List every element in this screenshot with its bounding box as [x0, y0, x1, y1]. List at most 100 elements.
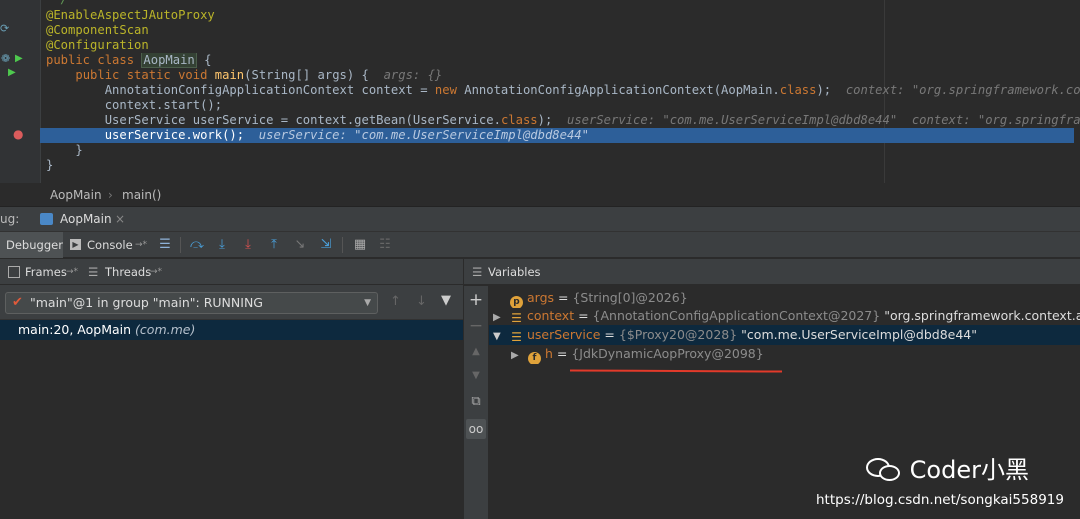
console-icon: ▶: [70, 239, 81, 250]
remove-watch-icon[interactable]: −: [466, 316, 486, 336]
variable-type: {AnnotationConfigApplicationContext@2027…: [592, 308, 881, 323]
threads-pin-icon[interactable]: →*: [150, 259, 162, 285]
variable-type: {JdkDynamicAopProxy@2098}: [571, 346, 764, 361]
frames-tab[interactable]: Frames: [25, 259, 67, 285]
variable-type: {$Proxy20@2028}: [618, 327, 738, 342]
code-token: class: [500, 113, 538, 127]
code-token: );: [816, 83, 846, 97]
variables-side-toolbar: + − ▲ ▼ ⧉ oo: [464, 286, 488, 519]
threads-icon: ☰: [88, 265, 99, 279]
debugger-tab[interactable]: Debugger: [6, 232, 63, 258]
show-execution-point-icon[interactable]: ☰: [156, 235, 174, 255]
code-line[interactable]: AnnotationConfigApplicationContext conte…: [46, 83, 1080, 98]
show-watches-icon[interactable]: oo: [466, 419, 486, 439]
code-token: }: [46, 143, 83, 157]
frames-panel: Frames →* ☰ Threads →* ✔ "main"@1 in gro…: [0, 259, 463, 519]
console-pin-icon[interactable]: →*: [135, 232, 147, 258]
new-watch-icon[interactable]: +: [466, 290, 486, 310]
breadcrumb-class[interactable]: AopMain: [50, 183, 102, 207]
move-down-icon[interactable]: ▼: [466, 366, 486, 386]
code-line[interactable]: public class AopMain {: [46, 53, 1080, 68]
code-line[interactable]: @EnableAspectJAutoProxy: [46, 8, 1080, 23]
editor-gutter[interactable]: ⟳ ❁ ▶ ▶ ●: [0, 0, 40, 183]
code-token: context.start();: [46, 98, 223, 112]
variable-value: "com.me.UserServiceImpl@dbd8e44": [737, 327, 977, 342]
run-main-icon[interactable]: ▶: [8, 67, 16, 78]
field-list-icon: ☰: [511, 330, 522, 344]
thread-selector-value: "main"@1 in group "main": RUNNING: [30, 295, 263, 310]
force-step-into-icon[interactable]: ⤓: [238, 235, 258, 255]
variable-row-args[interactable]: p args = {String[0]@2026}: [489, 288, 1080, 308]
code-token: AnnotationConfigApplicationContext conte…: [46, 83, 435, 97]
code-line[interactable]: UserService userService = context.getBea…: [46, 113, 1080, 128]
run-class-icon[interactable]: ▶: [15, 53, 23, 64]
thread-selector[interactable]: ✔ "main"@1 in group "main": RUNNING ▼: [5, 292, 378, 314]
variable-equals: =: [600, 327, 619, 342]
next-frame-icon[interactable]: ↓: [416, 294, 427, 309]
code-line[interactable]: @Configuration: [46, 38, 1080, 53]
field-icon: f: [528, 352, 541, 364]
variable-row-h[interactable]: ▶ f h = {JdkDynamicAopProxy@2098}: [489, 344, 1080, 364]
code-line[interactable]: }: [46, 158, 1080, 173]
breadcrumb: AopMain › main(): [0, 183, 1080, 207]
step-out-icon[interactable]: ⤒: [264, 235, 284, 255]
code-token: AopMain: [141, 53, 197, 68]
debug-tool-window-header: ug: AopMain ×: [0, 207, 1080, 232]
code-line[interactable]: */: [46, 0, 1080, 7]
step-over-icon[interactable]: ⤼: [187, 235, 207, 255]
frames-panel-header: Frames →* ☰ Threads →*: [0, 259, 463, 285]
code-token: }: [46, 158, 54, 172]
code-editor[interactable]: ⟳ ❁ ▶ ▶ ● */ @EnableAspectJAutoProxy@Comp…: [0, 0, 1080, 183]
code-token: UserService userService = context.getBea…: [46, 113, 501, 127]
thread-bar: ✔ "main"@1 in group "main": RUNNING ▼ ↑ …: [0, 286, 463, 320]
filter-icon[interactable]: ▼: [441, 293, 451, 308]
evaluate-expression-icon[interactable]: ▦: [350, 235, 370, 255]
expand-arrow-icon[interactable]: ▶: [511, 346, 528, 364]
copy-icon[interactable]: ⧉: [466, 392, 486, 412]
code-token: AnnotationConfigApplicationContext(AopMa…: [464, 83, 780, 97]
move-up-icon[interactable]: ▲: [466, 342, 486, 362]
variables-panel-header: ☰ Variables: [464, 259, 1080, 285]
trace-icon[interactable]: ☷: [375, 235, 395, 255]
code-token: {: [196, 53, 212, 67]
variable-value: "org.springframework.context.an: [880, 308, 1080, 323]
code-line[interactable]: @ComponentScan: [46, 23, 1080, 38]
breadcrumb-method[interactable]: main(): [122, 183, 161, 207]
expand-arrow-icon[interactable]: ▶: [493, 308, 510, 326]
previous-frame-icon[interactable]: ↑: [390, 294, 401, 309]
code-token: @Configuration: [46, 38, 149, 52]
threads-tab[interactable]: Threads: [105, 259, 151, 285]
variable-type: {String[0]@2026}: [572, 290, 688, 305]
frames-pin-icon[interactable]: →*: [66, 259, 78, 285]
variable-equals: =: [552, 346, 572, 361]
session-tab[interactable]: AopMain: [60, 207, 112, 232]
code-token: main: [214, 68, 245, 82]
frame-item[interactable]: main:20, AopMain (com.me): [0, 320, 463, 340]
collapse-arrow-icon[interactable]: ▼: [493, 327, 510, 345]
step-into-icon[interactable]: ⤓: [212, 235, 232, 255]
chevron-down-icon: ▼: [364, 298, 371, 308]
code-token: @ComponentScan: [46, 23, 149, 37]
code-line[interactable]: }: [46, 143, 1080, 158]
inline-debug-value: context: "org.springframework.context.a: [845, 83, 1080, 97]
frame-method: main:20, AopMain: [18, 322, 132, 337]
breakpoint-icon[interactable]: ●: [13, 127, 23, 141]
console-tab[interactable]: Console: [87, 232, 133, 258]
drop-frame-icon[interactable]: ↘: [290, 235, 310, 255]
variable-equals: =: [574, 308, 593, 323]
code-line[interactable]: context.start();: [46, 98, 1080, 113]
fold-separator: [40, 0, 41, 183]
run-to-cursor-icon[interactable]: ⇲: [316, 235, 336, 255]
close-session-icon[interactable]: ×: [115, 207, 125, 232]
variable-equals: =: [554, 290, 573, 305]
variables-icon: ☰: [472, 265, 483, 279]
code-line-current[interactable]: userService.work(); userService: "com.me…: [40, 128, 1074, 143]
code-token: public static void: [75, 68, 215, 82]
watermark-brand: Coder小黑: [866, 455, 1029, 485]
code-line[interactable]: public static void main(String[] args) {…: [46, 68, 1080, 83]
variables-title: Variables: [488, 265, 541, 279]
variable-row-context[interactable]: ▶ ☰ context = {AnnotationConfigApplicatio…: [489, 306, 1080, 326]
app-config-icon: [40, 213, 53, 225]
variable-row-userservice[interactable]: ▼ ☰ userService = {$Proxy20@2028} "com.me…: [489, 325, 1080, 345]
